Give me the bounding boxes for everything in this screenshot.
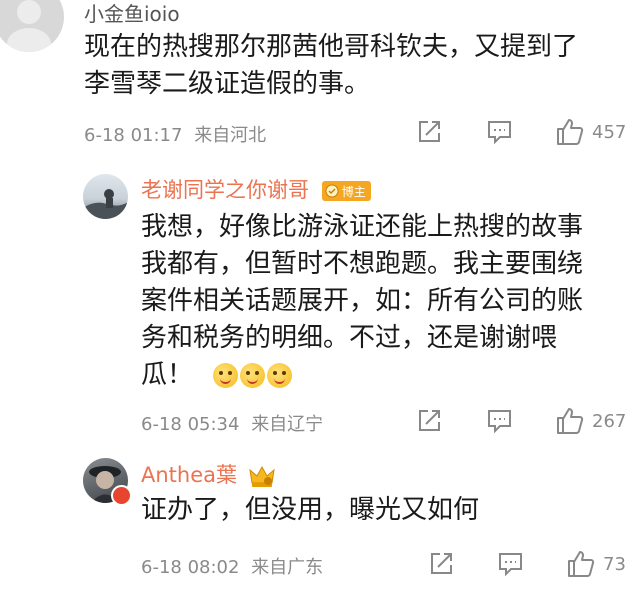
location: 来自广东 [251,557,324,578]
badge-label: 博主 [341,184,366,199]
share-icon [431,553,452,574]
thumbs-up-icon [557,119,584,145]
crown-icon [249,465,275,487]
blogger-badge: 博主 [321,181,371,201]
comment-line: 务和税务的明细。不过，还是谢谢喂 [141,323,558,353]
laugh-emoji [240,363,266,388]
timestamp: 6-18 05:34 [141,414,240,435]
comment-meta: 6-18 05:34 来自辽宁 [141,410,323,436]
like-button[interactable]: 267 [555,406,626,436]
username-text: 老谢同学之你谢哥 [141,178,309,202]
comment-meta: 6-18 01:17 来自河北 [84,121,266,147]
avatar[interactable] [0,0,64,52]
like-button[interactable]: 73 [566,549,626,579]
thumbs-up-icon [557,408,584,434]
verified-badge-icon [111,485,132,506]
comment-text: 证办了，但没用，曝光又如何 [141,492,479,529]
reply-button[interactable] [486,119,513,145]
comment-text: 我想，好像比游泳证还能上热搜的故事 我都有，但暂时不想跑题。我主要围绕 案件相关… [141,209,583,394]
like-count: 457 [592,121,627,143]
laugh-emoji [213,363,239,388]
comment-icon [499,553,522,577]
like-count: 267 [592,410,627,432]
comment-meta: 6-18 08:02 来自广东 [141,553,323,579]
timestamp: 6-18 08:02 [141,557,240,578]
share-icon [419,121,440,142]
share-button[interactable] [428,551,454,577]
reply-button[interactable] [486,408,513,434]
like-button[interactable]: 457 [555,117,626,147]
comment-line: 现在的热搜那尔那茜他哥科钦夫，又提到了 [84,32,579,62]
location: 来自辽宁 [251,414,324,435]
avatar[interactable] [83,174,128,219]
comment-icon [488,121,511,145]
comment-line: 李雪琴二级证造假的事。 [84,69,371,99]
share-icon [419,410,440,431]
location: 来自河北 [194,125,267,146]
comment-item: Anthea葉 证办了，但没用，曝光又如何 6-18 08:02 来自广东 73 [0,445,640,595]
thumbs-up-icon [568,551,595,577]
username[interactable]: 小金鱼ioio [84,0,180,27]
comment-line: 我想，好像比游泳证还能上热搜的故事 [141,212,584,242]
share-button[interactable] [416,119,442,145]
comment-line-text: 瓜！ [141,360,194,390]
reply-button[interactable] [497,551,524,577]
comment-icon [488,410,511,434]
comment-text: 现在的热搜那尔那茜他哥科钦夫，又提到了 李雪琴二级证造假的事。 [84,29,578,103]
share-button[interactable] [416,408,442,434]
comment-line: 瓜！ [141,357,583,394]
comment-item: 老谢同学之你谢哥 博主 我想，好像比游泳证还能上热搜的故事 我都有，但暂时不想跑… [0,160,640,445]
like-count: 73 [603,553,626,575]
username[interactable]: Anthea葉 [141,459,276,489]
laugh-emoji [267,363,293,388]
comment-line: 我都有，但暂时不想跑题。我主要围绕 [141,249,584,279]
medal-icon [325,184,339,198]
timestamp: 6-18 01:17 [84,125,183,146]
comment-line: 证办了，但没用，曝光又如何 [141,495,480,525]
comment-line: 案件相关话题展开，如：所有公司的账 [141,286,584,316]
username-text: Anthea葉 [141,463,238,487]
username[interactable]: 老谢同学之你谢哥 博主 [141,174,371,204]
comment-item: 小金鱼ioio 现在的热搜那尔那茜他哥科钦夫，又提到了 李雪琴二级证造假的事。 … [0,0,640,160]
